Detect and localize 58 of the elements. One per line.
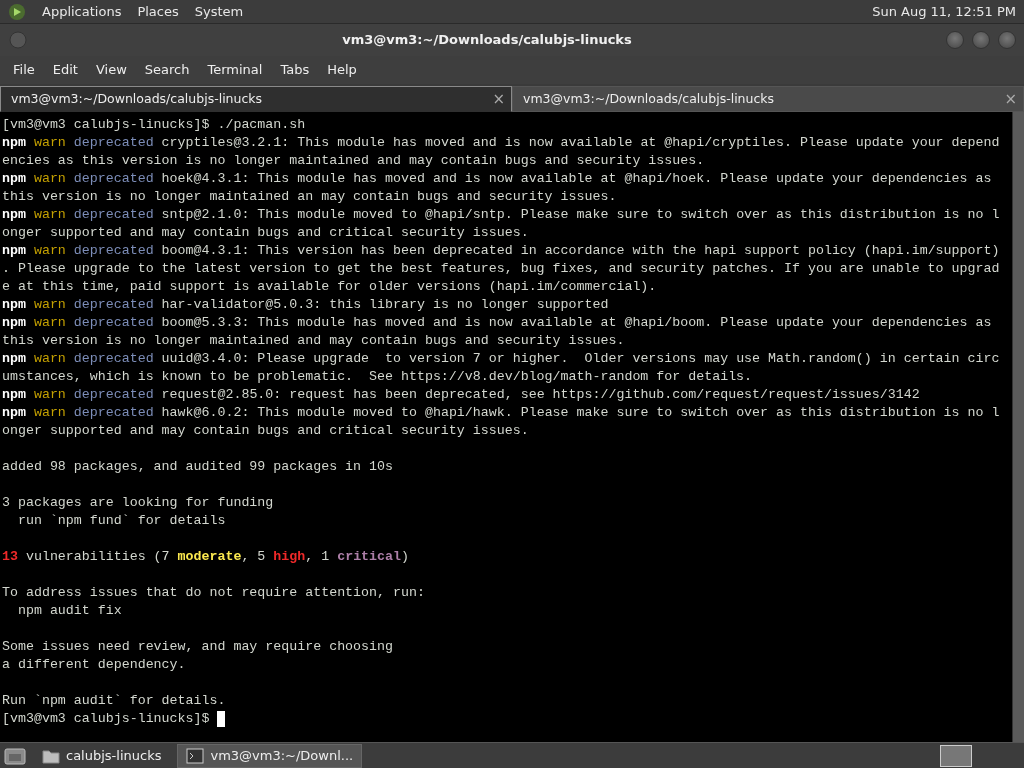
terminal-line: onger supported and may contain bugs and critical security issues. [2,224,529,242]
terminal-line: Run `npm audit` for details. [2,692,226,710]
panel-menu[interactable]: System [194,1,244,22]
app-menu-icon[interactable] [8,2,26,21]
clock: Sun Aug 11, 12:51 PM [872,2,1016,21]
terminal-line: npm warn deprecated boom@4.3.1: This version has been deprecated in accordance with the hapi support policy (hapi.im/support) [2,242,1000,260]
maximize-button[interactable] [972,31,990,49]
close-button[interactable] [998,31,1016,49]
terminal-line: 13 vulnerabilities (7 moderate, 5 high, 1 critical) [2,548,409,566]
terminal-line: npm warn deprecated hawk@6.0.2: This module moved to @hapi/hawk. Please make sure to switch over as this distribution is no l [2,404,1000,422]
menu-item[interactable]: File [4,60,44,80]
taskbar-button[interactable]: vm3@vm3:~/Downl... [177,743,363,768]
terminal-icon [186,747,205,764]
folder-icon [42,747,60,764]
menu-item[interactable]: Terminal [198,60,272,80]
terminal-line: encies as this version is no longer maintained and may contain bugs and security issues. [2,152,705,170]
terminal-line: To address issues that do not require attention, run: [2,584,425,602]
tab-label: vm3@vm3:~/Downloads/calubjs-linucks [11,89,263,108]
close-icon[interactable]: × [492,91,505,107]
menu-item[interactable]: View [86,60,136,80]
minimize-button[interactable] [946,31,964,49]
window-menu-icon[interactable] [8,30,28,50]
terminal-line: onger supported and may contain bugs and critical security issues. [2,422,529,440]
terminal-line: [vm3@vm3 calubjs-linucks]$ ./pacman.sh [2,116,306,134]
panel-menu[interactable]: Places [137,1,179,22]
panel-menu[interactable]: Applications [42,1,122,22]
terminal-line: e at this time, paid support is available for older versions (hapi.im/commercial). [2,278,657,296]
terminal-line: Some issues need review, and may require choosing [2,638,393,656]
terminal-line: . Please upgrade to the latest version to get the best features, bug fixes, and security patches. If you are unable to upgrad [2,260,1000,278]
taskbar-button[interactable]: calubjs-linucks [34,743,170,768]
terminal-line: a different dependency. [2,656,186,674]
show-desktop-icon[interactable] [4,745,26,766]
terminal-line: npm warn deprecated har-validator@5.0.3: this library is no longer supported [2,296,609,314]
terminal-line: 3 packages are looking for funding [2,494,274,512]
terminal-line: this version is no longer maintained an may contain bugs and security issues. [2,188,617,206]
terminal-tab[interactable]: vm3@vm3:~/Downloads/calubjs-linucks × [0,86,512,112]
terminal-tab[interactable]: vm3@vm3:~/Downloads/calubjs-linucks × [512,86,1024,112]
menu-item[interactable]: Tabs [271,60,319,80]
terminal-line: run `npm fund` for details [16,512,226,530]
menu-item[interactable]: Edit [43,60,87,80]
window-title: vm3@vm3:~/Downloads/calubjs-linucks [341,31,633,50]
terminal-line: npm audit fix [16,602,122,620]
terminal-line: npm warn deprecated request@2.85.0: request has been deprecated, see https://github.com/request/request/issues/3142 [2,386,920,404]
terminal-line: npm warn deprecated hoek@4.3.1: This module has moved and is now available at @hapi/hoek. Please update your dependencies as [2,170,992,188]
close-icon[interactable]: × [1004,91,1017,107]
terminal-line: npm warn deprecated uuid@3.4.0: Please upgrade to version 7 or higher. Older versions may use Math.random() in certain circ [2,350,1000,368]
terminal-line: added 98 packages, and audited 99 packages in 10s [2,458,393,476]
menu-item[interactable]: Search [135,60,199,80]
menu-item[interactable]: Help [318,60,366,80]
terminal-line: umstances, which is known to be problematic. See https://v8.dev/blog/math-random for details. [2,368,753,386]
tab-label: vm3@vm3:~/Downloads/calubjs-linucks [523,89,775,108]
scrollbar[interactable] [1012,112,1024,742]
terminal-line: this version is no longer maintained and may contain bugs and security issues. [2,332,625,350]
terminal-line: [vm3@vm3 calubjs-linucks]$ [2,710,211,728]
terminal-line: npm warn deprecated cryptiles@3.2.1: This module has moved and is now available at @hapi/cryptiles. Please update your depend [2,134,1000,152]
terminal-line: npm warn deprecated boom@5.3.3: This module has moved and is now available at @hapi/boom. Please update your dependencies as [2,314,992,332]
workspace-switcher[interactable] [940,744,972,767]
terminal-line: npm warn deprecated sntp@2.1.0: This module moved to @hapi/sntp. Please make sure to switch over as this distribution is no l [2,206,1000,224]
